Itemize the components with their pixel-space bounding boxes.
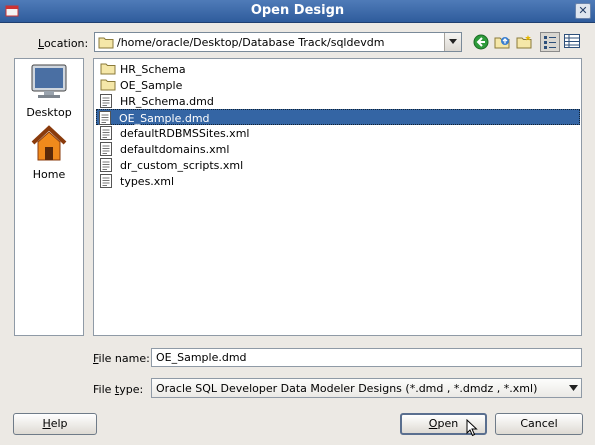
file-type-label: File type: — [93, 383, 144, 396]
list-item[interactable]: types.xml — [98, 173, 298, 189]
help-button[interactable]: Help — [13, 413, 97, 435]
file-name: types.xml — [120, 175, 175, 188]
file-name: HR_Schema — [120, 63, 186, 76]
list-item[interactable]: HR_Schema — [98, 61, 228, 77]
open-design-dialog: Open Design ✕ Location: /home/oracle/Des… — [0, 0, 595, 445]
file-type-select[interactable]: Oracle SQL Developer Data Modeler Design… — [151, 378, 582, 398]
file-name-label: File name: — [93, 352, 150, 365]
file-name: dr_custom_scripts.xml — [120, 159, 244, 172]
location-path: /home/oracle/Desktop/Database Track/sqld… — [117, 36, 385, 49]
file-name: OE_Sample.dmd — [119, 112, 210, 125]
file-icon — [100, 126, 112, 140]
file-icon — [99, 111, 111, 125]
chevron-down-icon — [449, 39, 457, 44]
cancel-button[interactable]: Cancel — [495, 413, 583, 435]
folder-icon — [100, 79, 116, 91]
details-view-button[interactable] — [562, 32, 582, 52]
file-name: defaultdomains.xml — [120, 143, 230, 156]
place-desktop[interactable]: Desktop — [15, 63, 83, 119]
list-item-selected[interactable]: OE_Sample.dmd — [96, 109, 580, 125]
file-name: defaultRDBMSSites.xml — [120, 127, 250, 140]
location-combo[interactable]: /home/oracle/Desktop/Database Track/sqld… — [94, 32, 462, 52]
folder-icon — [98, 37, 114, 49]
file-name-input[interactable]: OE_Sample.dmd — [151, 348, 582, 367]
back-button[interactable] — [471, 32, 491, 52]
desktop-icon — [31, 64, 67, 98]
places-panel: Desktop Home — [14, 58, 84, 336]
list-view-icon — [544, 36, 556, 49]
place-home-label: Home — [32, 168, 66, 181]
file-icon — [100, 94, 112, 108]
file-name: HR_Schema.dmd — [120, 95, 214, 108]
place-home[interactable]: Home — [15, 125, 83, 181]
list-item[interactable]: OE_Sample — [98, 77, 228, 93]
list-item[interactable]: defaultRDBMSSites.xml — [98, 125, 298, 141]
window-title: Open Design — [250, 3, 345, 18]
file-icon — [100, 174, 112, 188]
file-type-value: Oracle SQL Developer Data Modeler Design… — [156, 382, 538, 395]
list-item[interactable]: defaultdomains.xml — [98, 141, 298, 157]
title-bar[interactable]: Open Design ✕ — [0, 0, 595, 23]
file-name: OE_Sample — [120, 79, 183, 92]
file-icon — [100, 158, 112, 172]
list-item[interactable]: dr_custom_scripts.xml — [98, 157, 298, 173]
folder-icon — [100, 63, 116, 75]
new-folder-button[interactable] — [514, 32, 534, 52]
place-desktop-label: Desktop — [26, 106, 72, 119]
chevron-down-icon[interactable] — [569, 385, 578, 391]
location-label: Location: — [38, 37, 89, 50]
close-button[interactable]: ✕ — [575, 3, 591, 19]
up-folder-icon — [494, 37, 510, 49]
file-icon — [100, 142, 112, 156]
back-icon — [473, 34, 489, 50]
up-folder-button[interactable] — [492, 32, 512, 52]
list-item[interactable]: HR_Schema.dmd — [98, 93, 248, 109]
list-view-button[interactable] — [540, 32, 560, 52]
home-icon — [31, 125, 67, 161]
new-folder-icon — [516, 35, 532, 49]
location-label-text: ocation: — [43, 37, 89, 50]
file-list[interactable]: HR_Schema OE_Sample HR_Schema.dmd OE_Sam… — [93, 58, 582, 336]
mouse-cursor-icon — [466, 419, 478, 437]
details-view-icon — [564, 34, 580, 48]
location-dropdown-button[interactable] — [444, 33, 461, 51]
